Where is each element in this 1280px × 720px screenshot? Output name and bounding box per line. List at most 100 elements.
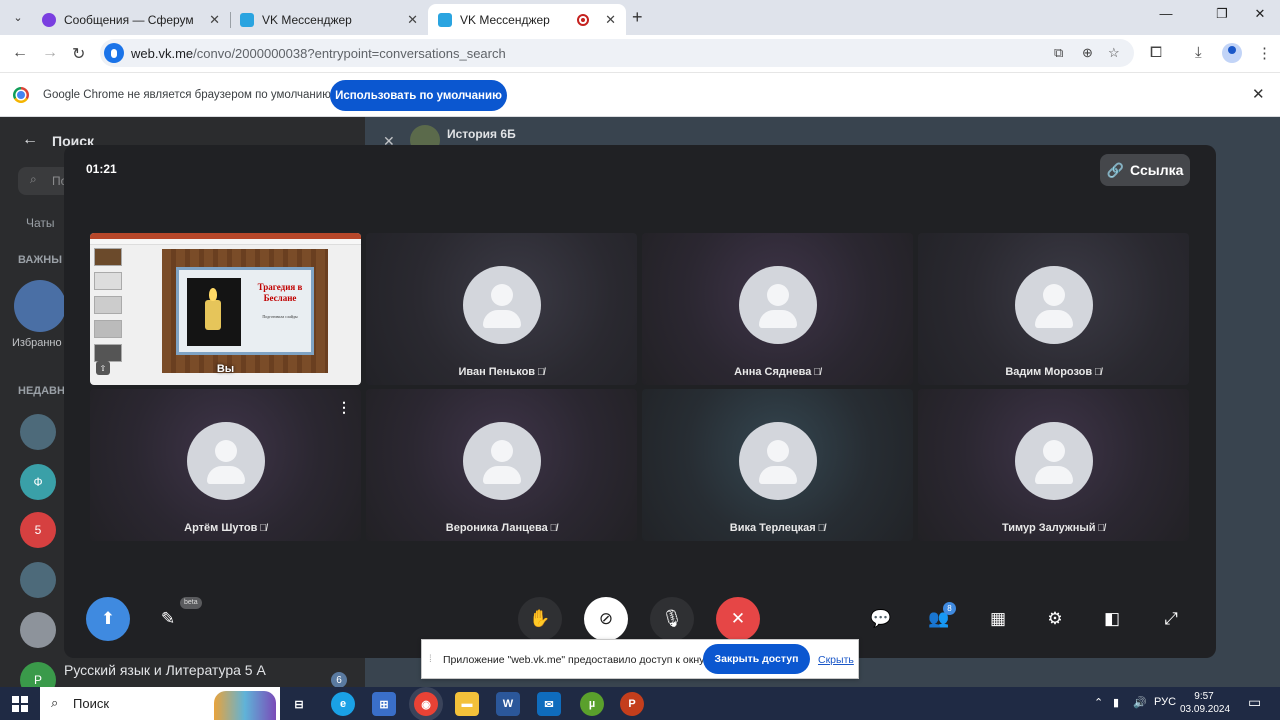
address-bar[interactable]: web.vk.me/convo/2000000038?entrypoint=co…: [100, 39, 1134, 67]
current-slide: Трагедия в Беслане Подготовила слайды: [162, 249, 328, 373]
section-recent: НЕДАВН: [18, 385, 65, 397]
edge-icon[interactable]: e: [331, 692, 355, 716]
system-clock[interactable]: 9:57 03.09.2024: [1180, 690, 1230, 716]
task-view-icon[interactable]: ⊟: [287, 692, 311, 716]
close-window-icon[interactable]: ✕: [1250, 6, 1270, 22]
microphone-button[interactable]: 🎙: [650, 597, 694, 641]
word-icon[interactable]: W: [496, 692, 520, 716]
end-call-button[interactable]: ✕: [716, 597, 760, 641]
avatar[interactable]: Р: [20, 662, 56, 687]
search-highlight-image: [214, 691, 276, 720]
microphone-site-icon[interactable]: [104, 43, 124, 63]
participant-name: Анна Сяднева 🎙̸: [734, 366, 821, 378]
copy-link-button[interactable]: 🔗 Ссылка: [1100, 154, 1190, 186]
close-tab-icon[interactable]: ✕: [605, 12, 616, 28]
tab-vk-messenger-1[interactable]: VK Мессенджер ✕: [230, 4, 428, 35]
menu-kebab-icon[interactable]: ⋮: [1257, 44, 1272, 62]
vk-messenger-favicon-icon: [438, 12, 452, 27]
settings-gear-icon[interactable]: ⚙: [1033, 597, 1077, 641]
participant-tile[interactable]: Тимур Залужный 🎙̸: [918, 389, 1189, 541]
file-explorer-icon[interactable]: ▬: [455, 692, 479, 716]
powerpoint-icon[interactable]: P: [620, 692, 644, 716]
forward-arrow-icon[interactable]: →: [42, 44, 58, 62]
notifications-icon[interactable]: ▭: [1248, 694, 1261, 711]
chat-icon[interactable]: 💬: [859, 597, 903, 641]
mic-muted-icon: 🎙̸: [549, 523, 558, 534]
avatar[interactable]: Ф: [20, 464, 56, 500]
participant-name: Тимур Залужный 🎙̸: [1001, 522, 1106, 534]
raise-hand-button[interactable]: ✋: [518, 597, 562, 641]
downloads-icon[interactable]: ⤓: [1195, 44, 1202, 61]
reload-icon[interactable]: ↻: [72, 44, 85, 64]
maximize-icon[interactable]: ❐: [1212, 6, 1232, 22]
back-arrow-icon[interactable]: ←: [12, 44, 28, 62]
close-tab-icon[interactable]: ✕: [209, 12, 220, 28]
avatar[interactable]: [20, 562, 56, 598]
tab-chats[interactable]: Чаты: [26, 216, 55, 230]
tab-sferum[interactable]: Сообщения — Сферум ✕: [32, 4, 230, 35]
participant-tile[interactable]: Вероника Ланцева 🎙̸: [366, 389, 637, 541]
chrome-icon[interactable]: ◉: [414, 692, 438, 716]
language-indicator[interactable]: РУС: [1154, 696, 1176, 708]
back-arrow-icon[interactable]: ←: [22, 131, 38, 149]
avatar-placeholder-icon: [463, 422, 541, 500]
bookmark-star-icon[interactable]: ☆: [1108, 45, 1120, 61]
participant-tile[interactable]: Иван Пеньков 🎙̸: [366, 233, 637, 385]
tray-chevron-icon[interactable]: ⌃: [1094, 696, 1103, 709]
participant-tile[interactable]: Анна Сяднева 🎙̸: [642, 233, 913, 385]
avatar-placeholder-icon: [1015, 422, 1093, 500]
store-icon[interactable]: ⊞: [372, 692, 396, 716]
stop-sharing-button[interactable]: Закрыть доступ: [703, 644, 810, 674]
hide-link[interactable]: Скрыть: [818, 654, 854, 666]
avatar-placeholder-icon: [463, 266, 541, 344]
chat-list-item-name[interactable]: Русский язык и Литература 5 А: [64, 662, 266, 678]
screen-share-notification: ⁞ Приложение "web.vk.me" предоставило до…: [421, 639, 859, 679]
tab-title: Сообщения — Сферум: [64, 12, 194, 27]
new-tab-button[interactable]: +: [632, 7, 643, 28]
powerpoint-ribbon: [90, 239, 361, 245]
self-name-label: Вы: [216, 363, 235, 375]
torrent-icon[interactable]: µ: [580, 692, 604, 716]
link-button-label: Ссылка: [1130, 162, 1184, 178]
zoom-icon[interactable]: ⊕: [1082, 45, 1093, 61]
tab-vk-messenger-active[interactable]: VK Мессенджер ✕: [428, 4, 626, 35]
layout-icon[interactable]: ▦: [976, 597, 1020, 641]
section-important: ВАЖНЫ: [18, 254, 62, 266]
avatar[interactable]: [20, 414, 56, 450]
self-video-tile[interactable]: Трагедия в Беслане Подготовила слайды ⇧ …: [90, 233, 361, 385]
avatar[interactable]: [20, 612, 56, 648]
participant-tile[interactable]: Вадим Морозов 🎙̸: [918, 233, 1189, 385]
mic-muted-icon: 🎙̸: [1097, 523, 1106, 534]
avatar-placeholder-icon: [1015, 266, 1093, 344]
profile-avatar[interactable]: [1222, 43, 1242, 63]
cast-icon[interactable]: ⧉: [1054, 45, 1063, 61]
conversation-title: История 6Б: [447, 127, 516, 141]
set-default-button[interactable]: Использовать по умолчанию: [330, 80, 507, 111]
avatar-placeholder-icon: [187, 422, 265, 500]
windows-start-icon[interactable]: [12, 696, 28, 712]
drag-handle-icon[interactable]: ⁞: [429, 654, 432, 665]
extensions-icon[interactable]: ⧠: [1150, 44, 1162, 61]
avatar[interactable]: 5: [20, 512, 56, 548]
close-tab-icon[interactable]: ✕: [407, 12, 418, 28]
sferum-favicon-icon: [42, 12, 56, 27]
tile-menu-icon[interactable]: ⋮: [337, 399, 351, 416]
volume-icon[interactable]: 🔊: [1133, 696, 1147, 709]
tab-search-icon[interactable]: ⌄: [8, 7, 28, 27]
mic-tray-icon[interactable]: ▮: [1113, 696, 1119, 709]
participant-name: Артём Шутов 🎙̸: [184, 522, 267, 534]
bookmark-icon[interactable]: [14, 280, 66, 332]
slide-thumbnail: [94, 320, 122, 338]
camera-off-button[interactable]: ⊘: [584, 597, 628, 641]
participant-tile[interactable]: ⋮ Артём Шутов 🎙̸: [90, 389, 361, 541]
minimize-icon[interactable]: —: [1156, 6, 1176, 21]
mail-icon[interactable]: ✉: [537, 692, 561, 716]
participant-tile[interactable]: Вика Терлецкая 🎙̸: [642, 389, 913, 541]
minimize-window-icon[interactable]: ◧: [1090, 597, 1134, 641]
close-infobar-icon[interactable]: ✕: [1252, 85, 1265, 103]
screen-share-button[interactable]: ⬆: [86, 597, 130, 641]
taskbar-search-text: Поиск: [73, 696, 110, 711]
fullscreen-icon[interactable]: ⤢: [1149, 597, 1193, 641]
slide-thumbnail: [94, 248, 122, 266]
share-notice-text: Приложение "web.vk.me" предоставило дост…: [443, 654, 707, 666]
